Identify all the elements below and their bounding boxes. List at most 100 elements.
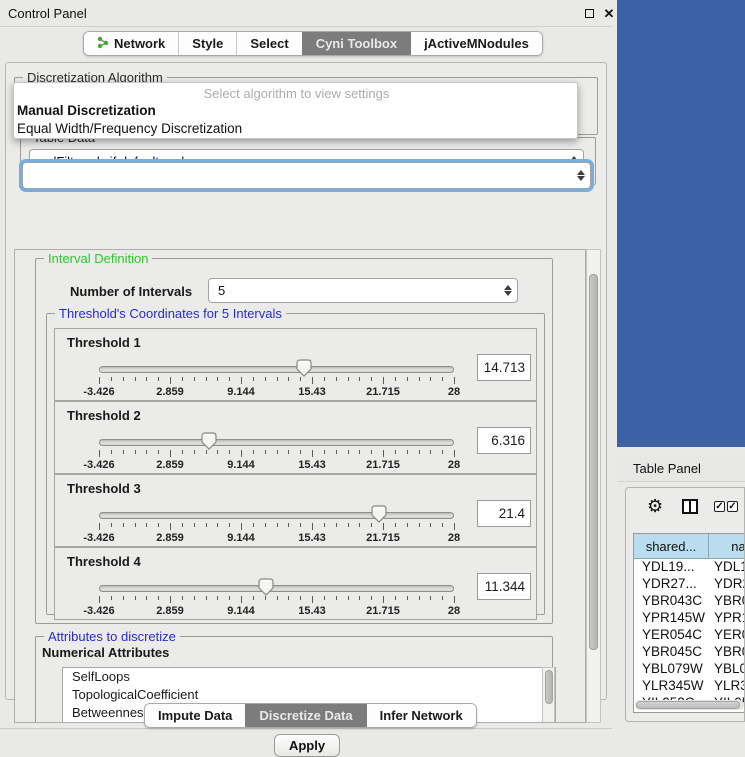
threshold-slider-thumb[interactable] xyxy=(258,578,274,596)
tick-mark xyxy=(312,377,313,384)
tab-infer-network[interactable]: Infer Network xyxy=(366,704,476,727)
tick-mark xyxy=(395,523,396,527)
tick-label: 21.715 xyxy=(366,605,400,617)
attribute-list-item[interactable]: SelfLoops xyxy=(63,668,555,686)
algorithm-option-equal-width[interactable]: Equal Width/Frequency Discretization xyxy=(16,121,576,136)
tick-mark xyxy=(383,450,384,457)
tick-mark xyxy=(206,377,207,381)
tick-mark xyxy=(194,377,195,381)
algorithm-combobox[interactable] xyxy=(22,162,591,189)
tick-mark xyxy=(146,377,147,381)
table-row[interactable]: YPR145WYPR145W xyxy=(634,610,745,627)
tick-mark xyxy=(253,523,254,527)
table-row[interactable]: YBL079W YBL079W xyxy=(634,661,745,678)
threshold-slider-track[interactable] xyxy=(99,439,454,446)
tick-mark xyxy=(324,596,325,600)
tick-mark xyxy=(229,450,230,454)
tab-cyni-toolbox[interactable]: Cyni Toolbox xyxy=(302,32,410,55)
float-window-button[interactable] xyxy=(583,7,597,21)
table-row[interactable]: YBR045CYBR045C xyxy=(634,644,745,661)
tab-network[interactable]: Network xyxy=(84,32,178,55)
algorithm-option-manual[interactable]: Manual Discretization xyxy=(16,103,576,118)
settings-scrollbar[interactable] xyxy=(586,249,601,723)
tab-label: Style xyxy=(192,36,223,51)
select-all-checkbox-icon[interactable]: ✓ xyxy=(714,501,725,512)
tick-mark xyxy=(312,450,313,457)
tick-mark xyxy=(182,523,183,527)
cell-shared-name: YBL079W xyxy=(642,661,703,676)
tick-mark xyxy=(300,450,301,454)
combo-arrows-icon xyxy=(572,170,590,181)
threshold-value-field[interactable]: 11.344 xyxy=(477,573,531,600)
tick-label: 28 xyxy=(448,459,460,471)
attribute-list-item[interactable]: TopologicalCoefficient xyxy=(63,686,555,704)
thresholds-group-title: Threshold's Coordinates for 5 Intervals xyxy=(55,306,286,321)
tick-mark xyxy=(146,523,147,527)
tick-mark xyxy=(430,523,431,527)
tab-select[interactable]: Select xyxy=(236,32,301,55)
tick-mark xyxy=(111,450,112,454)
cell-shared-name: YBR043C xyxy=(642,593,702,608)
tick-mark xyxy=(253,377,254,381)
tick-mark xyxy=(194,596,195,600)
tick-mark xyxy=(336,377,337,381)
tab-impute-data[interactable]: Impute Data xyxy=(145,704,245,727)
threshold-slider-track[interactable] xyxy=(99,512,454,519)
threshold-slider-track[interactable] xyxy=(99,585,454,592)
table-row[interactable]: YLR345WYLR345W xyxy=(634,678,745,695)
table-row[interactable]: YER054CYER054C xyxy=(634,627,745,644)
table-row[interactable]: YBR043CYBR043C xyxy=(634,593,745,610)
table-row[interactable]: YDR27...YDR27... xyxy=(634,576,745,593)
tick-mark xyxy=(407,523,408,527)
tick-label: 9.144 xyxy=(227,386,255,398)
tick-mark xyxy=(383,377,384,384)
tick-mark xyxy=(99,377,100,384)
cell-name: YLR345W xyxy=(714,678,745,693)
select-none-checkbox-icon[interactable]: ✓ xyxy=(727,501,738,512)
cell-name: YBL079W xyxy=(714,661,745,676)
table-row[interactable]: YDL19...YDL19... xyxy=(634,559,745,576)
threshold-value-field[interactable]: 14.713 xyxy=(477,354,531,381)
tick-mark xyxy=(182,450,183,454)
attributes-scrollbar[interactable] xyxy=(542,667,555,723)
threshold-slider-thumb[interactable] xyxy=(201,432,217,450)
threshold-slider-track[interactable] xyxy=(99,366,454,373)
tick-mark xyxy=(123,596,124,600)
tick-label: 28 xyxy=(448,532,460,544)
tick-mark xyxy=(135,450,136,454)
table-horizontal-scrollbar[interactable] xyxy=(635,700,744,710)
settings-scroll-viewport: Interval Definition Number of Intervals … xyxy=(14,249,586,723)
tab-label: Discretize Data xyxy=(259,708,352,723)
tab-style[interactable]: Style xyxy=(178,32,236,55)
columns-icon[interactable] xyxy=(682,499,698,514)
tick-mark xyxy=(206,523,207,527)
tab-jactivemnodules[interactable]: jActiveMNodules xyxy=(410,32,542,55)
column-header-shared-name[interactable]: shared... xyxy=(634,534,709,559)
tick-mark xyxy=(371,377,372,381)
threshold-slider-thumb[interactable] xyxy=(371,505,387,523)
tick-mark xyxy=(182,377,183,381)
number-of-intervals-label: Number of Intervals xyxy=(70,284,192,299)
number-of-intervals-combobox[interactable]: 5 xyxy=(208,278,518,303)
threshold-slider-thumb[interactable] xyxy=(296,359,312,377)
gear-icon[interactable]: ⚙ xyxy=(647,496,663,517)
tick-mark xyxy=(158,523,159,527)
tick-mark xyxy=(324,377,325,381)
tick-mark xyxy=(407,450,408,454)
tick-mark xyxy=(241,450,242,457)
tick-label: 15.43 xyxy=(298,386,326,398)
apply-button[interactable]: Apply xyxy=(274,734,340,757)
threshold-value-field[interactable]: 21.4 xyxy=(477,500,531,527)
tick-mark xyxy=(430,596,431,600)
node-attribute-table[interactable]: shared... na YDL19...YDL19...YDR27...YDR… xyxy=(633,533,745,713)
tab-discretize-data[interactable]: Discretize Data xyxy=(245,704,365,727)
threshold-value-field[interactable]: 6.316 xyxy=(477,427,531,454)
cell-name: YER054C xyxy=(714,627,745,642)
tick-mark xyxy=(265,596,266,600)
cell-shared-name: YDR27... xyxy=(642,576,697,591)
close-panel-button[interactable]: ✕ xyxy=(602,7,616,21)
tick-mark xyxy=(277,377,278,381)
cell-shared-name: YDL19... xyxy=(642,559,695,574)
tick-mark xyxy=(123,450,124,454)
column-header-name[interactable]: na xyxy=(709,534,745,559)
